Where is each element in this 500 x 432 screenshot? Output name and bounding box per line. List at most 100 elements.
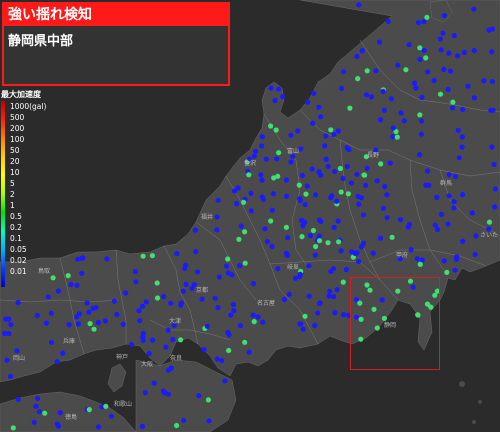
- seismic-station-dot: [204, 323, 210, 329]
- seismic-station-dot: [205, 397, 211, 403]
- seismic-station-dot: [102, 318, 108, 324]
- seismic-station-dot: [310, 227, 316, 234]
- seismic-station-dot: [3, 316, 9, 322]
- seismic-station-dot: [425, 168, 431, 174]
- seismic-station-dot: [397, 217, 404, 223]
- seismic-station-dot: [471, 95, 477, 101]
- seismic-station-dot: [154, 280, 160, 286]
- seismic-station-dot: [212, 295, 218, 301]
- seismic-station-dot: [10, 425, 16, 431]
- seismic-station-dot: [178, 300, 184, 306]
- legend-label: 5: [10, 179, 15, 188]
- seismic-station-dot: [451, 33, 457, 39]
- seismic-station-dot: [452, 267, 458, 273]
- seismic-station-dot: [446, 50, 452, 56]
- seismic-station-dot: [403, 67, 409, 73]
- seismic-station-dot: [441, 66, 447, 72]
- seismic-station-dot: [450, 105, 456, 111]
- seismic-station-dot: [226, 347, 232, 354]
- seismic-station-dot: [268, 218, 274, 224]
- seismic-station-dot: [242, 229, 248, 235]
- seismic-station-dot: [161, 293, 167, 300]
- seismic-station-dot: [228, 312, 234, 318]
- seismic-station-dot: [281, 296, 287, 303]
- seismic-station-dot: [445, 86, 451, 93]
- seismic-station-dot: [143, 299, 149, 305]
- seismic-station-dot: [328, 195, 334, 201]
- seismic-station-dot: [15, 300, 21, 306]
- seismic-station-dot: [139, 303, 145, 309]
- seismic-station-dot: [339, 85, 345, 91]
- seismic-station-dot: [455, 53, 461, 59]
- seismic-station-dot: [302, 313, 308, 319]
- seismic-station-dot: [76, 311, 82, 317]
- seismic-station-dot: [293, 275, 299, 281]
- seismic-station-dot: [445, 221, 451, 227]
- seismic-station-dot: [374, 178, 380, 184]
- map-viewport[interactable]: 富山 金沢 長野 群馬 福井 さいた 岐阜 甲府 鳥取 京都 名古屋 大津 静岡…: [0, 0, 500, 432]
- seismic-station-dot: [332, 310, 338, 316]
- seismic-station-dot: [300, 223, 306, 229]
- seismic-station-dot: [459, 192, 466, 198]
- seismic-station-dot: [338, 248, 344, 254]
- seismic-station-dot: [262, 226, 268, 232]
- seismic-station-dot: [192, 227, 198, 233]
- seismic-station-dot: [384, 192, 390, 198]
- seismic-station-dot: [425, 69, 431, 75]
- seismic-station-dot: [418, 118, 425, 124]
- seismic-station-dot: [195, 269, 201, 275]
- seismic-station-dot: [248, 208, 254, 214]
- seismic-station-dot: [437, 91, 444, 97]
- seismic-station-dot: [441, 258, 447, 264]
- place-label-nagoya: 名古屋: [257, 300, 276, 307]
- seismic-station-dot: [236, 236, 242, 242]
- seismic-station-dot: [340, 279, 346, 285]
- seismic-station-dot: [328, 268, 334, 275]
- seismic-station-dot: [390, 134, 396, 140]
- seismic-station-dot: [137, 318, 143, 324]
- seismic-station-dot: [325, 163, 331, 169]
- seismic-station-dot: [219, 357, 225, 364]
- seismic-station-dot: [260, 196, 266, 202]
- seismic-station-dot: [380, 88, 386, 95]
- seismic-station-dot: [471, 48, 477, 54]
- seismic-station-dot: [242, 339, 248, 345]
- seismic-station-dot: [45, 294, 51, 300]
- seismic-station-dot: [103, 403, 109, 409]
- seismic-station-dot: [264, 239, 270, 245]
- seismic-station-dot: [260, 319, 266, 325]
- seismic-station-dot: [84, 300, 90, 306]
- seismic-station-dot: [114, 311, 120, 318]
- seismic-station-dot: [465, 83, 471, 89]
- seismic-station-dot: [364, 165, 370, 171]
- seismic-station-dot: [305, 99, 311, 105]
- seismic-station-dot: [223, 263, 230, 269]
- seismic-station-dot: [93, 305, 99, 311]
- seismic-station-dot: [313, 243, 319, 250]
- seismic-station-dot: [182, 265, 188, 271]
- seismic-station-dot: [334, 198, 340, 204]
- seismic-station-dot: [42, 410, 48, 416]
- seismic-station-dot: [438, 211, 445, 217]
- seismic-station-dot: [183, 281, 189, 287]
- legend-label: 1: [10, 201, 15, 210]
- seismic-station-dot: [334, 287, 340, 293]
- seismic-station-dot: [341, 312, 347, 318]
- legend-label: 0.1: [10, 234, 22, 243]
- seismic-station-dot: [398, 110, 404, 116]
- seismic-station-dot: [55, 423, 62, 429]
- seismic-station-dot: [149, 337, 156, 343]
- seismic-station-dot: [488, 107, 494, 113]
- seismic-station-dot: [472, 251, 478, 257]
- seismic-station-dot: [111, 298, 117, 304]
- seismic-station-dot: [163, 344, 169, 350]
- seismic-station-dot: [408, 247, 414, 253]
- seismic-station-dot: [312, 322, 318, 329]
- seismic-station-dot: [274, 156, 280, 162]
- seismic-station-dot: [491, 161, 497, 167]
- seismic-station-dot: [364, 68, 370, 74]
- seismic-station-dot: [238, 223, 244, 229]
- seismic-station-dot: [216, 274, 223, 280]
- seismic-station-dot: [437, 36, 443, 42]
- seismic-station-dot: [434, 194, 440, 200]
